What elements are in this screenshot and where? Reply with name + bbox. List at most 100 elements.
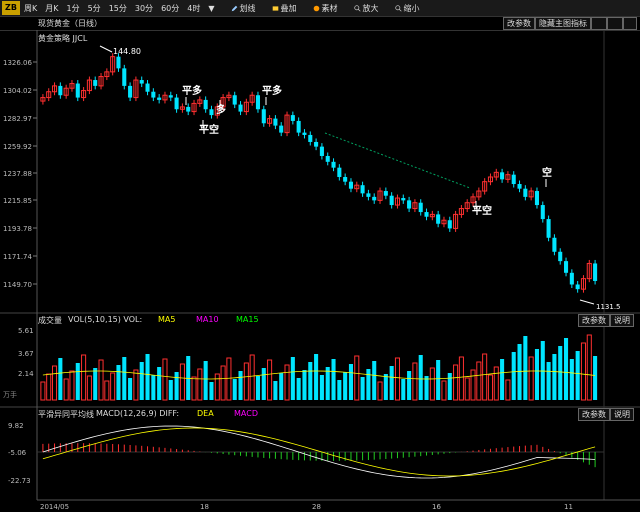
- zoom-in-button[interactable]: 放大: [350, 3, 383, 14]
- candle-body: [319, 146, 324, 156]
- macd-help-button[interactable]: 说明: [610, 408, 634, 421]
- candle-body: [511, 174, 516, 185]
- low-marker-line: [579, 299, 595, 305]
- period-dropdown-icon[interactable]: ▼: [204, 4, 218, 13]
- signal-close-short-label: 平空: [199, 123, 219, 136]
- volume-bar: [308, 362, 313, 400]
- candle-body: [93, 80, 98, 86]
- volume-bar: [284, 364, 290, 401]
- volume-bar: [279, 373, 284, 400]
- volume-bar: [552, 354, 557, 400]
- volume-bar: [412, 362, 418, 401]
- macd-modify-params-button[interactable]: 改参数: [578, 408, 610, 421]
- candle-body: [81, 90, 87, 99]
- volume-bar: [337, 380, 342, 400]
- volume-bar: [81, 354, 87, 401]
- candle-body: [401, 198, 406, 201]
- volume-bar: [238, 371, 243, 400]
- candle-body: [493, 171, 499, 178]
- volume-bar: [493, 366, 499, 401]
- volume-bar: [86, 375, 92, 401]
- draw-line-button[interactable]: 划线: [227, 3, 260, 14]
- period-60min[interactable]: 60分: [157, 3, 183, 14]
- volume-bar: [290, 357, 295, 400]
- zoom-out-button[interactable]: 缩小: [391, 3, 424, 14]
- volume-bar: [174, 372, 179, 400]
- volume-bar: [476, 361, 482, 401]
- candle-body: [203, 99, 208, 110]
- volume-bar: [447, 373, 452, 400]
- volume-bar: [157, 367, 162, 400]
- volume-bar: [575, 351, 580, 400]
- volume-bar: [407, 371, 412, 400]
- period-5min[interactable]: 5分: [84, 3, 105, 14]
- volume-bar: [563, 338, 569, 400]
- candle-body: [546, 219, 551, 238]
- period-4hour[interactable]: 4时: [183, 3, 204, 14]
- candle-body: [139, 80, 144, 84]
- candle-body: [226, 94, 232, 99]
- candle-body: [214, 106, 220, 116]
- volume-bar: [273, 381, 278, 400]
- candle-body: [354, 184, 360, 190]
- volume-modify-params-button[interactable]: 改参数: [578, 314, 610, 327]
- volume-bar: [377, 381, 383, 401]
- candle-body: [197, 99, 203, 104]
- candle-body: [243, 101, 249, 113]
- candle-body: [505, 174, 511, 180]
- volume-bar: [63, 378, 69, 401]
- volume-bar: [75, 363, 80, 400]
- candle-body: [482, 181, 488, 192]
- toggle-panel-button-3[interactable]: [623, 17, 637, 30]
- volume-y-tick-label: 3.67: [18, 350, 34, 358]
- volume-bar: [186, 356, 191, 400]
- candle-body: [580, 278, 587, 290]
- candle-body: [209, 109, 214, 116]
- candle-body: [157, 97, 162, 100]
- y-tick-label: 1237.88: [3, 170, 32, 178]
- toggle-panel-button-2[interactable]: [607, 17, 623, 30]
- candle-body: [348, 181, 354, 189]
- candle-body: [174, 97, 179, 110]
- volume-bar: [389, 366, 394, 400]
- trend-dashed-line: [324, 132, 471, 189]
- material-button[interactable]: 素材: [309, 3, 342, 14]
- pencil-icon: [231, 5, 237, 11]
- candle-body: [284, 114, 290, 134]
- volume-bar: [133, 369, 139, 401]
- candle-body: [407, 200, 412, 209]
- volume-help-button[interactable]: 说明: [610, 314, 634, 327]
- volume-bar: [366, 369, 371, 400]
- candle-body: [412, 202, 418, 210]
- volume-bar: [500, 359, 505, 400]
- signal-close-short-label: 平空: [472, 204, 492, 217]
- volume-bar: [51, 365, 58, 401]
- candle-body: [267, 118, 273, 124]
- period-15min[interactable]: 15分: [105, 3, 131, 14]
- main-modify-params-button[interactable]: 改参数: [503, 17, 535, 30]
- period-1min[interactable]: 1分: [63, 3, 84, 14]
- period-weekly[interactable]: 周K: [20, 3, 41, 14]
- volume-bar: [348, 364, 354, 400]
- volume-bar: [203, 361, 208, 400]
- volume-bar: [401, 379, 406, 400]
- candle-body: [302, 132, 307, 135]
- overlay-button[interactable]: 叠加: [268, 3, 301, 14]
- hide-main-indicator-button[interactable]: 隐藏主图指标: [535, 17, 591, 30]
- candle-body: [40, 97, 46, 102]
- candle-body: [458, 208, 464, 215]
- candle-body: [122, 68, 127, 86]
- candle-body: [429, 213, 435, 218]
- kline-chart[interactable]: 1326.06 1304.02 1282.97 1259.92 1237.88 1215.…: [0, 0, 640, 512]
- y-tick-label: 1171.74: [3, 253, 32, 261]
- period-30min[interactable]: 30分: [131, 3, 157, 14]
- toggle-panel-button[interactable]: [591, 17, 607, 30]
- candle-body: [453, 213, 459, 229]
- volume-indicator: VOL(5,10,15) VOL:: [68, 315, 143, 324]
- candle-body: [418, 202, 423, 213]
- period-monthly[interactable]: 月K: [41, 3, 62, 14]
- volume-bar: [482, 353, 488, 401]
- volume-ma5-line: [42, 370, 596, 380]
- x-axis-label: 2014/05: [40, 503, 69, 511]
- volume-bar: [343, 372, 348, 400]
